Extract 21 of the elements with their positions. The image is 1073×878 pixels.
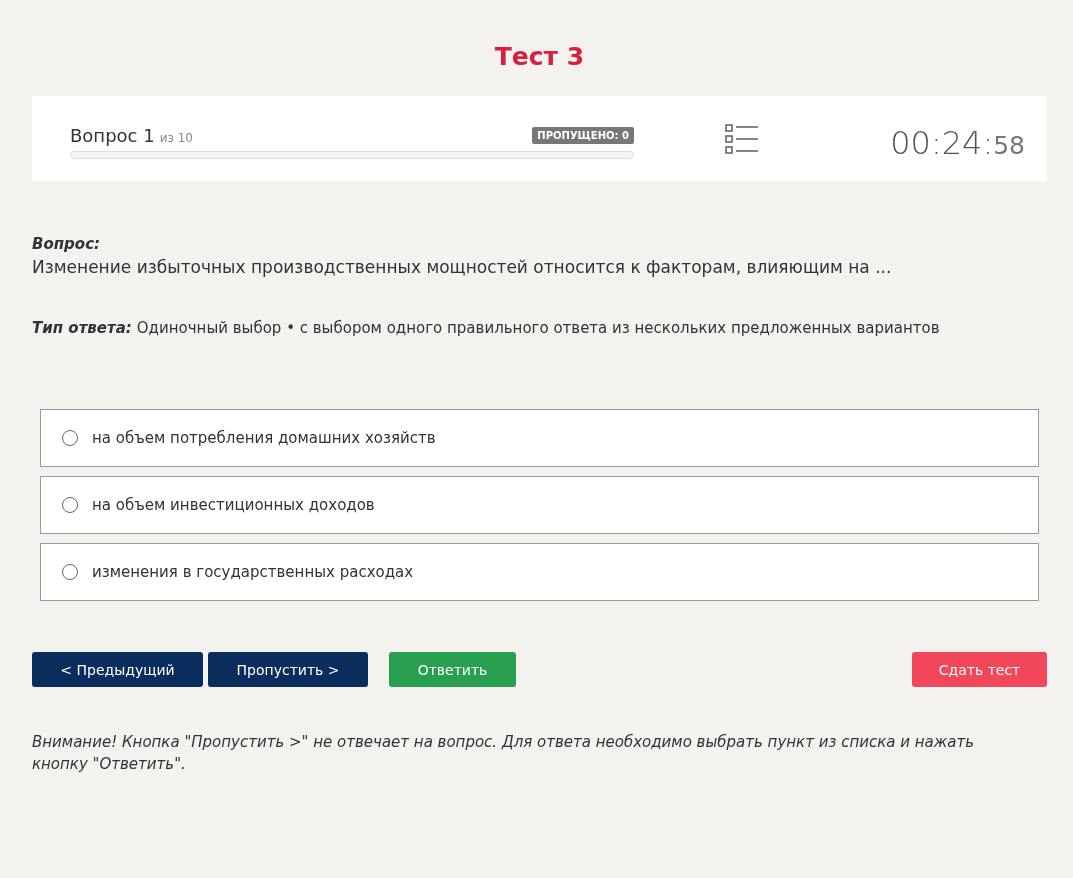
action-button[interactable]: Пропустить >	[208, 652, 368, 687]
submit-test-button[interactable]: Сдать тест	[912, 652, 1047, 687]
skipped-count: ПРОПУЩЕНО: 0	[532, 126, 634, 144]
question-number: Вопрос 1	[70, 124, 155, 146]
test-title: Тест 3	[493, 41, 586, 73]
answer-type: Одиночный выбор • с выбором одного правильного ответа из нескольких предложенных вариантов	[136, 319, 940, 337]
question-heading: Вопрос:	[32, 235, 102, 253]
timer-seconds: 58	[993, 130, 1025, 160]
timer: 00:24:	[890, 123, 994, 162]
question-list-icon[interactable]	[725, 123, 759, 154]
option-text: на объем инвестиционных доходов	[92, 496, 375, 514]
action-button[interactable]: < Предыдущий	[32, 652, 203, 687]
option-text: изменения в государственных расходах	[92, 563, 414, 581]
answer-option[interactable]: на объем инвестиционных доходов	[40, 476, 1039, 534]
answer-option[interactable]: изменения в государственных расходах	[40, 543, 1039, 601]
question-text: Изменение избыточных производственных мощностей относится к факторам, влияющим на ...	[32, 257, 893, 277]
notice-text: Внимание! Кнопка "Пропустить >" не отвечает на вопрос. Для ответа необходимо выбрать пункт из списка и нажать кнопку "Ответить".	[32, 732, 975, 775]
answer-type-label: Тип ответа:	[32, 319, 132, 337]
option-text: на объем потребления домашних хозяйств	[92, 429, 436, 447]
answer-option[interactable]: на объем потребления домашних хозяйств	[40, 409, 1039, 467]
question-total: из 10	[159, 130, 193, 145]
